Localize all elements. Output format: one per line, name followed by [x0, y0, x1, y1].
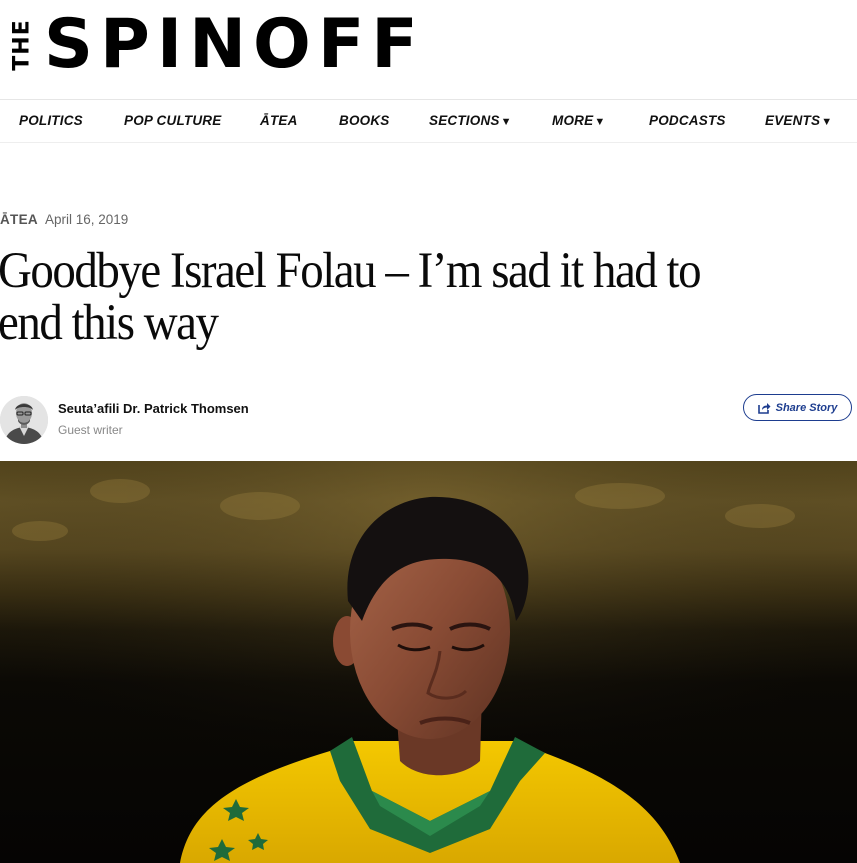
article-meta: ĀTEA April 16, 2019	[0, 212, 128, 227]
nav-item-podcasts[interactable]: PODCASTS	[649, 113, 726, 128]
hero-photo-player	[0, 461, 857, 863]
nav-item-politics[interactable]: POLITICS	[19, 113, 83, 128]
author-name[interactable]: Seuta’afili Dr. Patrick Thomsen	[58, 401, 249, 416]
chevron-down-icon: ▼	[500, 116, 512, 128]
share-icon	[757, 402, 771, 414]
article-category[interactable]: ĀTEA	[0, 212, 38, 227]
author-role: Guest writer	[58, 423, 123, 437]
site-logo[interactable]: THE SPINOFF	[9, 5, 425, 84]
article-date: April 16, 2019	[44, 212, 129, 227]
chevron-down-icon: ▼	[821, 116, 833, 128]
nav-item-events[interactable]: EVENTS▼	[765, 113, 832, 128]
article-headline: Goodbye Israel Folau – I’m sad it had to…	[0, 243, 702, 351]
hero-image	[0, 461, 857, 863]
nav-item-sections[interactable]: SECTIONS▼	[429, 113, 512, 128]
main-nav: POLITICS POP CULTURE ĀTEA BOOKS SECTIONS…	[0, 99, 857, 143]
nav-item-atea[interactable]: ĀTEA	[260, 113, 298, 128]
share-story-button[interactable]: Share Story	[743, 394, 852, 421]
logo-the: THE	[9, 19, 35, 71]
chevron-down-icon: ▼	[594, 116, 606, 128]
nav-item-books[interactable]: BOOKS	[339, 113, 390, 128]
nav-item-more[interactable]: MORE▼	[552, 113, 605, 128]
share-story-label: Share Story	[775, 401, 838, 414]
logo-wordmark: SPINOFF	[44, 5, 425, 84]
nav-item-pop-culture[interactable]: POP CULTURE	[124, 113, 221, 128]
author-avatar[interactable]	[0, 396, 48, 444]
